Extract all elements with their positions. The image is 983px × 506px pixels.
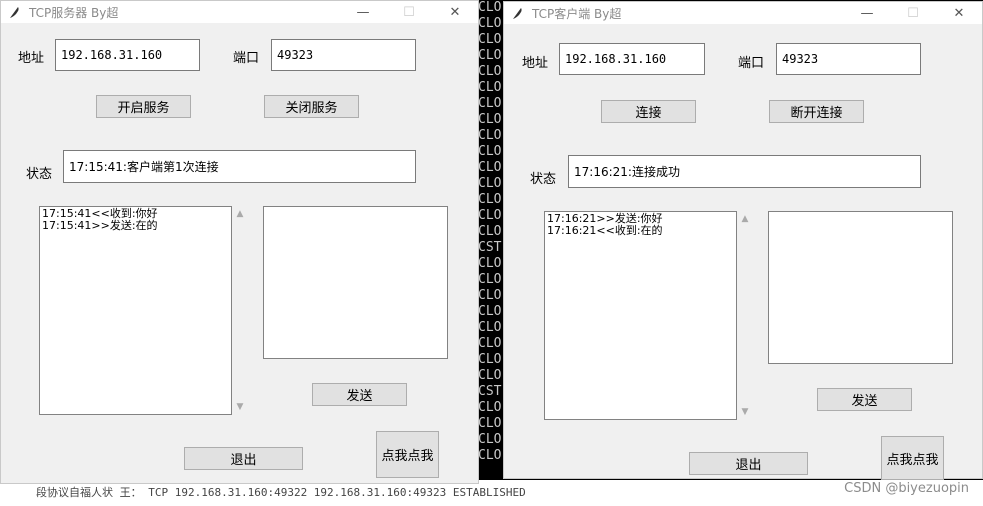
window-title: TCP客户端 By超: [532, 6, 622, 21]
click-me-button[interactable]: 点我点我: [376, 431, 439, 478]
connect-button[interactable]: 连接: [601, 100, 696, 123]
minimize-button[interactable]: —: [340, 1, 386, 23]
send-textbox[interactable]: [768, 211, 953, 364]
port-input[interactable]: 49323: [271, 39, 416, 71]
scroll-up-icon[interactable]: ▲: [740, 214, 750, 224]
log-scrollbar[interactable]: ▲ ▼: [737, 211, 753, 420]
exit-button[interactable]: 退出: [184, 447, 303, 470]
log-scrollbar[interactable]: ▲ ▼: [232, 206, 248, 415]
exit-button[interactable]: 退出: [689, 452, 808, 475]
stop-service-button[interactable]: 关闭服务: [264, 95, 359, 118]
maximize-button[interactable]: ☐: [386, 1, 432, 23]
status-label: 状态: [530, 172, 557, 187]
log-line: 17:16:21<<收到:在的: [547, 224, 663, 237]
watermark: CSDN @biyezuopin: [844, 481, 969, 496]
client-titlebar[interactable]: TCP客户端 By超 — ☐ ✕: [504, 2, 982, 24]
send-button[interactable]: 发送: [817, 388, 912, 411]
close-button[interactable]: ✕: [936, 2, 982, 24]
disconnect-button[interactable]: 断开连接: [769, 100, 864, 123]
address-label: 地址: [18, 51, 45, 66]
click-me-button[interactable]: 点我点我: [881, 436, 944, 480]
start-service-button[interactable]: 开启服务: [96, 95, 191, 118]
send-textbox[interactable]: [263, 206, 448, 359]
window-title: TCP服务器 By超: [29, 5, 119, 20]
address-input[interactable]: 192.168.31.160: [559, 43, 705, 75]
server-titlebar[interactable]: TCP服务器 By超 — ☐ ✕: [1, 1, 478, 23]
address-input[interactable]: 192.168.31.160: [55, 39, 200, 71]
port-input[interactable]: 49323: [776, 43, 921, 75]
status-label: 状态: [26, 167, 53, 182]
port-label: 端口: [233, 51, 260, 66]
address-label: 地址: [522, 56, 549, 71]
scroll-up-icon[interactable]: ▲: [235, 209, 245, 219]
port-label: 端口: [738, 56, 765, 71]
message-log[interactable]: 17:15:41<<收到:你好 17:15:41>>发送:在的: [39, 206, 232, 415]
feather-icon: [513, 8, 522, 19]
close-button[interactable]: ✕: [432, 1, 478, 23]
status-field: 17:15:41:客户端第1次连接: [63, 150, 416, 183]
log-line: 17:15:41>>发送:在的: [42, 219, 158, 232]
client-window: TCP客户端 By超 — ☐ ✕ 地址 192.168.31.160 端口 49…: [503, 1, 983, 480]
server-window: TCP服务器 By超 — ☐ ✕ 地址 192.168.31.160 端口 49…: [0, 0, 479, 484]
scroll-down-icon[interactable]: ▼: [235, 402, 245, 412]
send-button[interactable]: 发送: [312, 383, 407, 406]
minimize-button[interactable]: —: [844, 2, 890, 24]
feather-icon: [10, 7, 19, 18]
message-log[interactable]: 17:16:21>>发送:你好 17:16:21<<收到:在的: [544, 211, 737, 420]
maximize-button[interactable]: ☐: [890, 2, 936, 24]
status-field: 17:16:21:连接成功: [568, 155, 921, 188]
scroll-down-icon[interactable]: ▼: [740, 407, 750, 417]
